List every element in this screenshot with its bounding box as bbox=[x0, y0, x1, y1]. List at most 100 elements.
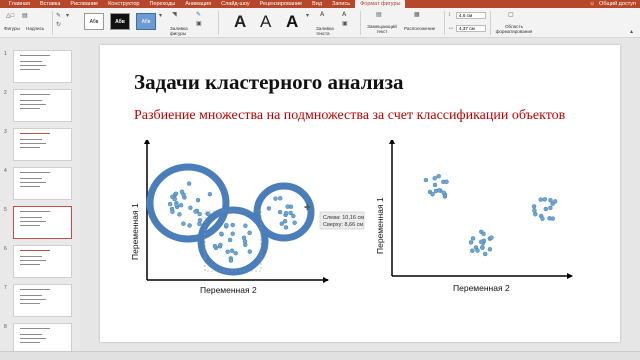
format-pane-label[interactable]: Область форматирования bbox=[494, 24, 534, 34]
data-point bbox=[247, 249, 253, 254]
slide-thumbnail[interactable] bbox=[13, 89, 72, 122]
shape-style-blue[interactable]: Абв bbox=[136, 13, 156, 30]
tab-8[interactable]: Вид bbox=[307, 0, 327, 8]
data-point bbox=[170, 209, 175, 214]
left-chart-points bbox=[167, 181, 297, 263]
tab-10[interactable]: Формат фигуры bbox=[355, 0, 406, 8]
wordart-style-2[interactable]: A bbox=[260, 13, 271, 31]
outline-pen-icon[interactable]: ✎ bbox=[196, 12, 201, 18]
data-point bbox=[197, 211, 202, 217]
tab-3[interactable]: Конструктор bbox=[103, 0, 144, 8]
data-point bbox=[483, 251, 488, 257]
data-point bbox=[207, 192, 213, 197]
status-bar bbox=[0, 351, 640, 360]
cluster-ring-1[interactable] bbox=[146, 163, 230, 243]
wordart-style-1[interactable]: A bbox=[234, 13, 246, 31]
styles-more-icon[interactable]: ▾ bbox=[159, 13, 162, 19]
data-point bbox=[548, 205, 553, 211]
effects-icon[interactable]: ▣ bbox=[196, 21, 202, 27]
data-point bbox=[277, 196, 283, 201]
ribbon: △□ ▤ Фигуры Надпись ✎ ↻ ▾ Абв Абв Абв ▾ … bbox=[0, 8, 640, 38]
data-point bbox=[432, 176, 437, 181]
tab-5[interactable]: Анимация bbox=[180, 0, 216, 8]
data-point bbox=[177, 212, 182, 217]
wordart-style-3[interactable]: A bbox=[286, 13, 298, 31]
tab-6[interactable]: Слайд-шоу bbox=[216, 0, 255, 8]
data-point bbox=[532, 208, 537, 213]
edit-shape-icon[interactable]: ✎ bbox=[56, 13, 61, 19]
collapse-ribbon-icon[interactable]: ▴ bbox=[630, 29, 633, 35]
slide-title[interactable]: Задачи кластерного анализа bbox=[134, 70, 404, 95]
slide-subtitle[interactable]: Разбиение множества на подмножества за с… bbox=[134, 108, 565, 124]
data-point bbox=[241, 235, 247, 241]
data-point bbox=[292, 220, 297, 225]
data-point bbox=[540, 216, 545, 221]
alt-text-icon[interactable]: ▤ bbox=[376, 12, 382, 18]
tab-2[interactable]: Рисование bbox=[65, 0, 103, 8]
text-fill-label[interactable]: Заливка текста bbox=[316, 26, 344, 36]
shapes-label[interactable]: Фигуры bbox=[4, 26, 20, 31]
format-pane-icon[interactable]: ▢ bbox=[508, 12, 514, 18]
tab-1[interactable]: Вставка bbox=[35, 0, 65, 8]
shape-height-input[interactable]: 4,6 см bbox=[456, 12, 486, 19]
slide-thumbnail[interactable] bbox=[13, 206, 72, 239]
thumbnail-number: 3 bbox=[4, 129, 7, 135]
tab-9[interactable]: Запись bbox=[327, 0, 355, 8]
alt-text-label[interactable]: Замещающий текст bbox=[364, 24, 400, 34]
slide-canvas[interactable]: Задачи кластерного анализа Разбиение мно… bbox=[100, 45, 620, 342]
arrange-label[interactable]: Расположение bbox=[404, 26, 435, 31]
data-point bbox=[188, 205, 193, 211]
slide-thumbnail-pane[interactable]: 1 2 3 4 5 6 7 8 bbox=[0, 38, 80, 351]
share-label: Общий доступ bbox=[599, 1, 636, 7]
data-point bbox=[283, 225, 289, 230]
share-button[interactable]: ☺ Общий доступ bbox=[589, 0, 636, 8]
right-chart-points bbox=[423, 174, 558, 257]
slide-thumbnail[interactable] bbox=[13, 284, 72, 317]
data-point bbox=[242, 239, 248, 244]
fill-bucket-icon[interactable]: ◥ bbox=[172, 12, 177, 18]
shapes-icon[interactable]: △□ bbox=[6, 13, 14, 19]
position-tooltip: Слева: 10,16 см Сверху: 8,66 см bbox=[319, 211, 364, 230]
shape-style-black[interactable]: Абв bbox=[110, 13, 130, 30]
slide-thumbnail[interactable] bbox=[13, 245, 72, 278]
wordart-more-icon[interactable]: ▾ bbox=[306, 13, 309, 19]
height-icon: ↕ bbox=[448, 12, 451, 18]
data-point bbox=[468, 240, 474, 245]
thumbnail-number: 2 bbox=[4, 90, 7, 96]
data-point bbox=[243, 223, 248, 228]
slide-thumbnail[interactable] bbox=[13, 128, 72, 161]
rotate-icon[interactable]: ↻ bbox=[56, 22, 61, 28]
slide-thumbnail[interactable] bbox=[13, 323, 72, 351]
data-point bbox=[230, 222, 235, 228]
tooltip-top: Сверху: 8,66 см bbox=[323, 222, 363, 228]
shape-width-input[interactable]: 4,37 см bbox=[456, 25, 486, 32]
textbox-icon[interactable]: ▤ bbox=[22, 13, 28, 19]
text-outline-icon[interactable]: A bbox=[342, 12, 346, 18]
right-chart-xlabel: Переменная 2 bbox=[453, 283, 510, 293]
tab-0[interactable]: Главная bbox=[4, 0, 35, 8]
tab-4[interactable]: Переходы bbox=[144, 0, 180, 8]
shape-style-white[interactable]: Абв bbox=[84, 13, 104, 30]
data-point bbox=[197, 221, 202, 227]
data-point bbox=[229, 248, 235, 253]
left-chart-xlabel: Переменная 2 bbox=[200, 285, 257, 295]
data-point bbox=[475, 248, 480, 253]
arrange-icon[interactable]: ▦ bbox=[414, 12, 420, 18]
data-point bbox=[195, 197, 201, 203]
slide-thumbnail[interactable] bbox=[13, 50, 72, 83]
slide-thumbnail[interactable] bbox=[13, 167, 72, 200]
cluster-ring-3[interactable] bbox=[253, 182, 315, 242]
width-icon: ↔ bbox=[448, 25, 454, 31]
data-point bbox=[178, 202, 184, 208]
dropdown-icon[interactable]: ▾ bbox=[66, 13, 69, 19]
data-point bbox=[273, 196, 278, 201]
tab-7[interactable]: Рецензирование bbox=[255, 0, 307, 8]
shape-fill-label[interactable]: Заливка фигуры bbox=[170, 26, 196, 36]
ribbon-tab-bar: Главная Вставка Рисование Конструктор Перехо… bbox=[0, 0, 640, 8]
thumbnail-number: 4 bbox=[4, 168, 7, 174]
text-fill-icon[interactable]: A bbox=[320, 12, 324, 18]
textbox-label[interactable]: Надпись bbox=[26, 26, 44, 31]
data-point bbox=[181, 221, 186, 226]
data-point bbox=[174, 202, 179, 208]
data-point bbox=[266, 206, 272, 211]
